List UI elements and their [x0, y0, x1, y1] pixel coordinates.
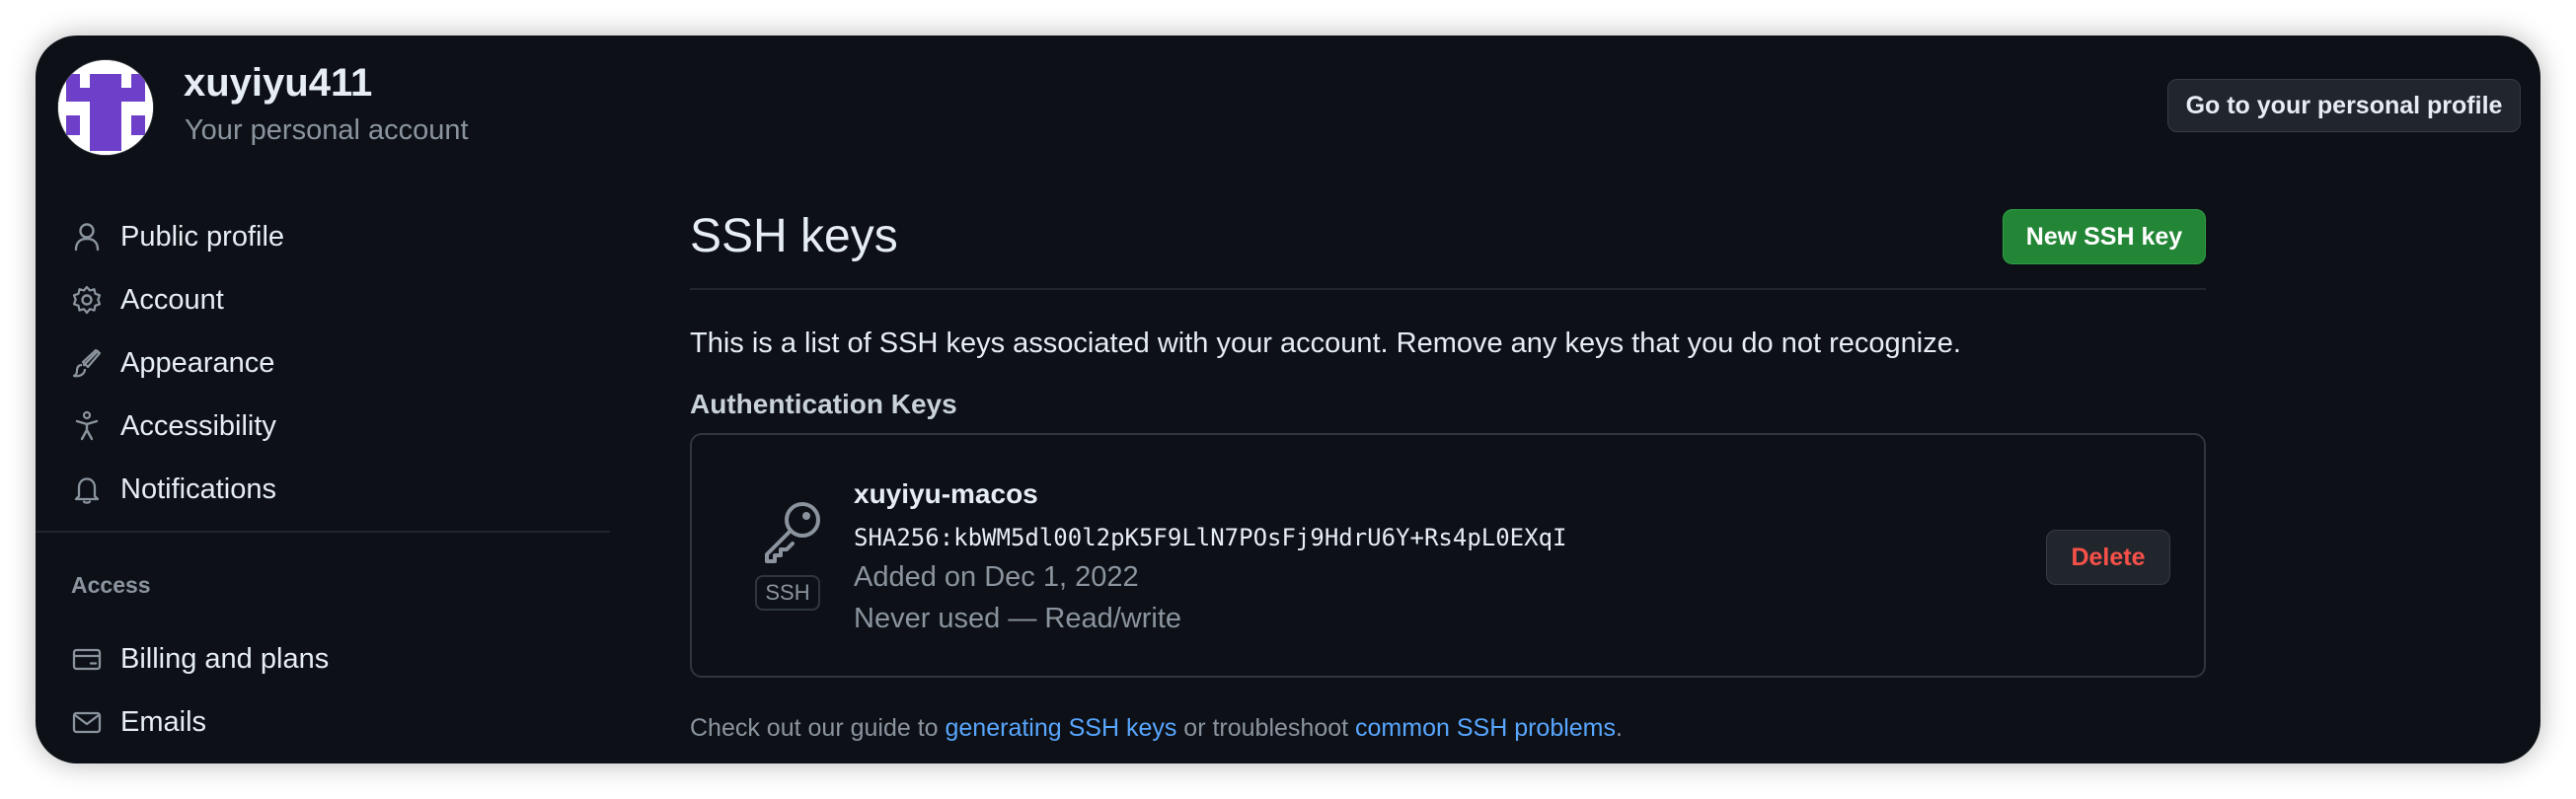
sidebar-item-appearance[interactable]: Appearance: [36, 335, 608, 391]
sidebar-section-access: Access: [71, 572, 151, 598]
credit-card-icon: [72, 648, 102, 671]
account-subtitle: Your personal account: [185, 114, 469, 146]
sidebar-item-label: Public profile: [120, 221, 285, 253]
common-ssh-problems-link[interactable]: common SSH problems: [1355, 714, 1616, 742]
sidebar-item-label: Notifications: [120, 473, 276, 505]
title-divider: [690, 288, 2206, 290]
sidebar-item-emails[interactable]: Emails: [36, 694, 608, 750]
gear-icon: [72, 285, 102, 315]
guide-prefix: Check out our guide to: [690, 714, 946, 742]
authentication-keys-heading: Authentication Keys: [690, 389, 957, 419]
sidebar-item-public-profile[interactable]: Public profile: [36, 209, 608, 264]
generating-ssh-keys-link[interactable]: generating SSH keys: [946, 714, 1177, 742]
guide-middle: or troubleshoot: [1176, 714, 1356, 742]
sidebar-item-label: Emails: [120, 706, 207, 738]
key-icon: [765, 502, 820, 563]
ssh-key-added-date: Added on Dec 1, 2022: [854, 561, 1139, 593]
bell-icon: [74, 477, 100, 504]
ssh-key-usage: Never used — Read/write: [854, 603, 1182, 634]
sidebar-item-label: Accessibility: [120, 410, 276, 442]
ssh-badge: SSH: [755, 575, 820, 611]
go-to-profile-button[interactable]: Go to your personal profile: [2167, 79, 2521, 132]
sidebar-item-label: Appearance: [120, 347, 275, 379]
settings-window: xuyiyu411 Your personal account Go to yo…: [36, 36, 2540, 763]
guide-suffix: .: [1616, 714, 1623, 742]
sidebar-item-label: Billing and plans: [120, 643, 330, 675]
person-icon: [74, 223, 100, 252]
page-description: This is a list of SSH keys associated wi…: [690, 327, 1961, 359]
delete-key-button[interactable]: Delete: [2046, 530, 2170, 585]
avatar[interactable]: [57, 59, 154, 156]
ssh-key-name: xuyiyu-macos: [854, 478, 1038, 509]
page-title: SSH keys: [690, 210, 898, 262]
mail-icon: [72, 711, 102, 734]
account-username: xuyiyu411: [184, 61, 373, 105]
sidebar-item-account[interactable]: Account: [36, 272, 608, 327]
new-ssh-key-button[interactable]: New SSH key: [2003, 209, 2206, 264]
ssh-key-list-item: SSH xuyiyu-macos SHA256:kbWM5dl00l2pK5F9…: [690, 433, 2206, 678]
ssh-guide-text: Check out our guide to generating SSH ke…: [690, 714, 1623, 743]
avatar-identicon: [58, 60, 153, 155]
accessibility-icon: [75, 410, 99, 441]
ssh-key-fingerprint: SHA256:kbWM5dl00l2pK5F9LlN7POsFj9HdrU6Y+…: [854, 524, 1567, 551]
sidebar-item-label: Account: [120, 284, 224, 316]
sidebar-item-accessibility[interactable]: Accessibility: [36, 399, 608, 454]
paintbrush-icon: [72, 348, 102, 378]
sidebar-item-notifications[interactable]: Notifications: [36, 462, 608, 517]
sidebar-divider: [36, 531, 610, 533]
sidebar-item-billing[interactable]: Billing and plans: [36, 631, 608, 687]
